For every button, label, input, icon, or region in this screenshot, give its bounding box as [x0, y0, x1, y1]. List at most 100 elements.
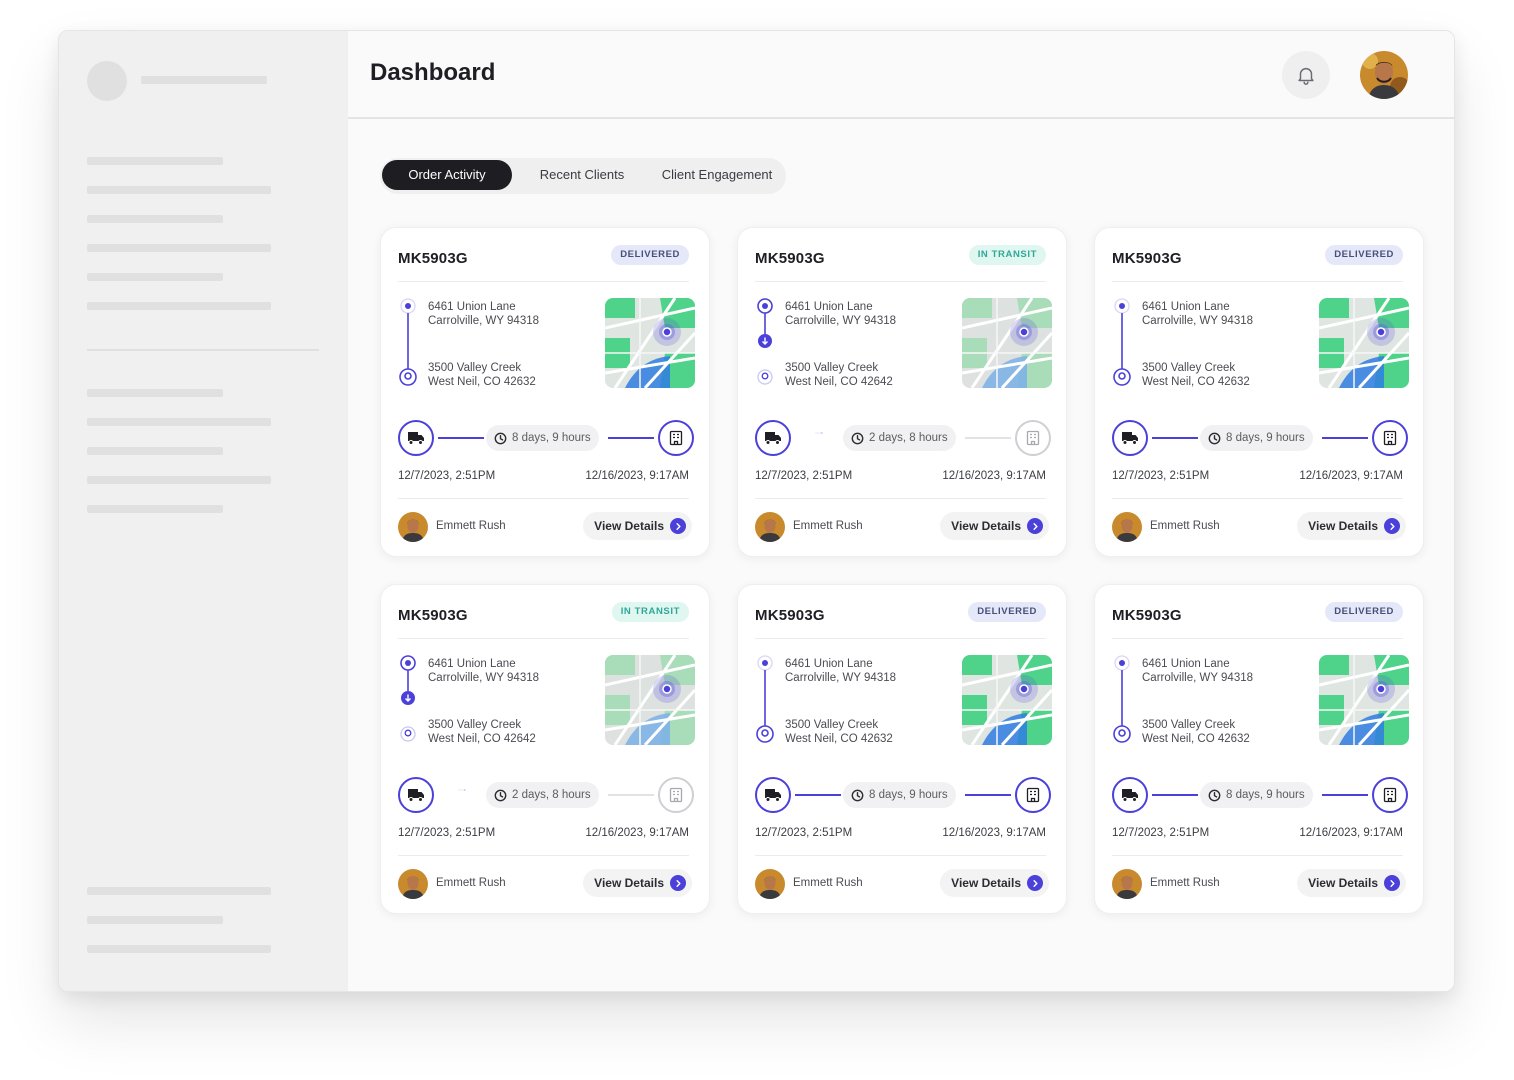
truck-status: [755, 777, 791, 813]
end-date: 12/16/2023, 9:17AM: [942, 470, 1046, 482]
chevron-right-icon: [1384, 518, 1400, 534]
truck-status: [1112, 777, 1148, 813]
building-icon: [1026, 787, 1040, 803]
destination-status: [1372, 420, 1408, 456]
view-details-label: View Details: [951, 519, 1021, 533]
origin-street: 6461 Union Lane: [428, 301, 516, 313]
dates-row: 12/7/2023, 2:51PM 12/16/2023, 9:17AM: [755, 827, 1046, 839]
status-badge: DELIVERED: [968, 602, 1046, 622]
map-preview[interactable]: [962, 298, 1052, 388]
destination-city: West Neil, CO 42632: [1142, 733, 1250, 745]
divider: [398, 498, 689, 499]
map-preview[interactable]: [1319, 298, 1409, 388]
view-details-button[interactable]: View Details: [583, 512, 692, 540]
order-card[interactable]: MK5903G DELIVERED 6461 Union Lane Carrolvil…: [737, 584, 1067, 914]
sidebar-item-placeholder[interactable]: [87, 505, 223, 513]
truck-icon: [765, 432, 781, 445]
destination-status: [1372, 777, 1408, 813]
destination-street: 3500 Valley Creek: [1142, 362, 1236, 374]
order-card[interactable]: MK5903G DELIVERED 6461 Union Lane Carrolvil…: [1094, 584, 1424, 914]
destination-address: 3500 Valley Creek West Neil, CO 42632: [785, 718, 893, 746]
origin-street: 6461 Union Lane: [428, 658, 516, 670]
end-date: 12/16/2023, 9:17AM: [585, 827, 689, 839]
notifications-button[interactable]: [1282, 51, 1330, 99]
tab-recent-clients[interactable]: Recent Clients: [520, 160, 644, 190]
building-icon: [1026, 430, 1040, 446]
map-preview[interactable]: [1319, 655, 1409, 745]
sidebar-item-placeholder[interactable]: [87, 389, 223, 397]
tab-order-activity[interactable]: Order Activity: [382, 160, 512, 190]
duration-pill: 2 days, 8 hours: [486, 782, 599, 808]
tab-client-engagement[interactable]: Client Engagement: [650, 160, 784, 190]
sidebar-footer-placeholder[interactable]: [87, 887, 271, 895]
view-details-label: View Details: [594, 519, 664, 533]
sidebar-item-placeholder[interactable]: [87, 244, 271, 252]
sidebar-item-placeholder[interactable]: [87, 447, 223, 455]
divider: [1112, 281, 1403, 282]
delivery-timeline: 2 days, 8 hours: [398, 777, 694, 813]
status-badge: DELIVERED: [611, 245, 689, 265]
order-id: MK5903G: [398, 607, 468, 624]
delivery-timeline: 8 days, 9 hours: [755, 777, 1051, 813]
order-card[interactable]: MK5903G IN TRANSIT 6461 Union Lane Carrolvi…: [737, 227, 1067, 557]
dates-row: 12/7/2023, 2:51PM 12/16/2023, 9:17AM: [755, 470, 1046, 482]
order-card[interactable]: MK5903G DELIVERED 6461 Union Lane Carrolvil…: [1094, 227, 1424, 557]
duration-pill: 8 days, 9 hours: [1200, 425, 1313, 451]
building-icon: [1383, 430, 1397, 446]
sidebar-item-placeholder[interactable]: [87, 302, 271, 310]
truck-icon: [765, 789, 781, 802]
duration-text: 2 days, 8 hours: [512, 789, 591, 801]
view-details-button[interactable]: View Details: [940, 512, 1049, 540]
view-details-button[interactable]: View Details: [1297, 512, 1406, 540]
sidebar-item-placeholder[interactable]: [87, 418, 271, 426]
map-thumbnail: [962, 298, 1052, 388]
map-preview[interactable]: [962, 655, 1052, 745]
duration-text: 8 days, 9 hours: [1226, 789, 1305, 801]
order-id: MK5903G: [1112, 607, 1182, 624]
destination-street: 3500 Valley Creek: [428, 719, 522, 731]
view-details-button[interactable]: View Details: [1297, 869, 1406, 897]
destination-city: West Neil, CO 42632: [785, 733, 893, 745]
duration-pill: 2 days, 8 hours: [843, 425, 956, 451]
delivery-timeline: 2 days, 8 hours: [755, 420, 1051, 456]
clock-icon: [494, 432, 507, 444]
order-card[interactable]: MK5903G IN TRANSIT 6461 Union Lane Carrolvi…: [380, 584, 710, 914]
sidebar-item-placeholder[interactable]: [87, 186, 271, 194]
map-thumbnail: [1319, 298, 1409, 388]
origin-address: 6461 Union Lane Carrolville, WY 94318: [785, 300, 896, 328]
truck-icon: [408, 432, 424, 445]
sidebar-footer-placeholder[interactable]: [87, 945, 271, 953]
truck-icon: [1122, 432, 1138, 445]
tab-bar: Order Activity Recent Clients Client Eng…: [380, 158, 786, 194]
order-card[interactable]: MK5903G DELIVERED 6461 Union Lane Carrolvil…: [380, 227, 710, 557]
sidebar-item-placeholder[interactable]: [87, 273, 223, 281]
chevron-right-icon: [1027, 875, 1043, 891]
view-details-label: View Details: [1308, 876, 1378, 890]
divider: [398, 855, 689, 856]
view-details-button[interactable]: View Details: [583, 869, 692, 897]
origin-city: Carrolville, WY 94318: [785, 672, 897, 684]
map-preview[interactable]: [605, 298, 695, 388]
start-date: 12/7/2023, 2:51PM: [755, 827, 853, 839]
map-preview[interactable]: [605, 655, 695, 745]
destination-address: 3500 Valley Creek West Neil, CO 42632: [1142, 361, 1250, 389]
route-line: [1113, 655, 1131, 743]
user-avatar[interactable]: [1360, 51, 1408, 99]
order-id: MK5903G: [1112, 250, 1182, 267]
view-details-button[interactable]: View Details: [940, 869, 1049, 897]
sidebar-item-placeholder[interactable]: [87, 157, 223, 165]
destination-address: 3500 Valley Creek West Neil, CO 42642: [428, 718, 536, 746]
status-badge: DELIVERED: [1325, 602, 1403, 622]
avatar: [398, 512, 428, 542]
end-date: 12/16/2023, 9:17AM: [1299, 827, 1403, 839]
sidebar-item-placeholder[interactable]: [87, 476, 271, 484]
sidebar-footer-placeholder[interactable]: [87, 916, 223, 924]
origin-street: 6461 Union Lane: [785, 658, 873, 670]
chevron-right-icon: [1027, 518, 1043, 534]
avatar: [755, 512, 785, 542]
owner-name: Emmett Rush: [1150, 520, 1220, 532]
origin-street: 6461 Union Lane: [1142, 658, 1230, 670]
origin-address: 6461 Union Lane Carrolville, WY 94318: [428, 300, 539, 328]
route-line: [1113, 298, 1131, 386]
sidebar-item-placeholder[interactable]: [87, 215, 223, 223]
